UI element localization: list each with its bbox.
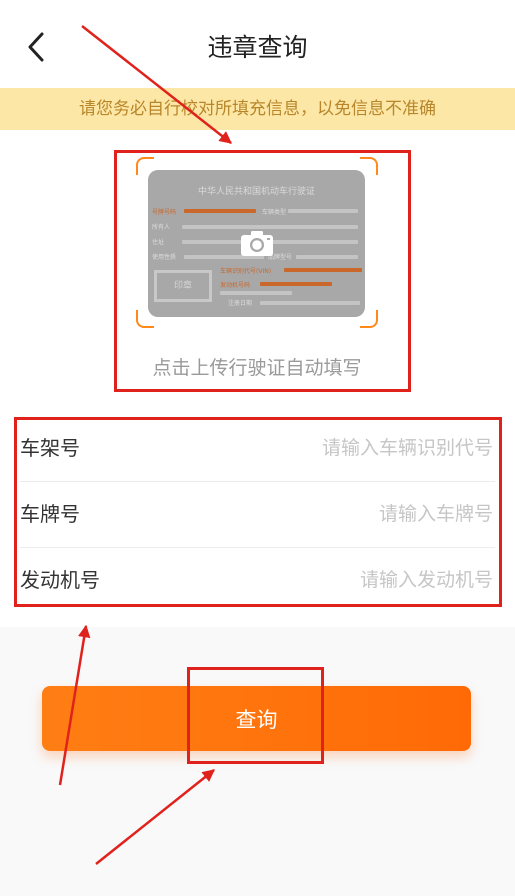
- notice-banner: 请您务必自行校对所填充信息，以免信息不准确: [0, 88, 515, 130]
- license-sample-image: 中华人民共和国机动车行驶证 号牌号码 车辆类型 所有人 住址 使用性质 品牌型号…: [148, 170, 365, 317]
- license-line: [260, 301, 360, 305]
- license-label: 注册日期: [228, 300, 253, 307]
- vin-label: 车架号: [20, 436, 80, 460]
- license-label: 车辆识别代号(VIN): [220, 268, 272, 275]
- footer-background: [0, 627, 515, 896]
- license-label: 号牌号码: [152, 209, 177, 216]
- license-stamp-label: 印章: [173, 281, 192, 291]
- license-line: [284, 268, 362, 272]
- engine-row: 发动机号: [0, 547, 515, 613]
- query-button[interactable]: 查询: [42, 686, 471, 751]
- license-line: [220, 291, 292, 295]
- upload-hint-text: 点击上传行驶证自动填写: [152, 357, 362, 379]
- license-line: [260, 282, 332, 286]
- license-line: [184, 209, 256, 213]
- camera-icon[interactable]: [240, 229, 274, 257]
- plate-input[interactable]: [193, 498, 493, 530]
- license-line: [296, 255, 358, 259]
- license-title: 中华人民共和国机动车行驶证: [197, 187, 315, 197]
- vin-input[interactable]: [193, 432, 493, 464]
- license-label: 车辆类型: [262, 209, 287, 216]
- vin-row: 车架号: [0, 415, 515, 481]
- plate-row: 车牌号: [0, 481, 515, 547]
- license-line: [288, 209, 358, 213]
- license-label: 发动机号码: [220, 282, 251, 289]
- license-label: 住址: [152, 239, 165, 246]
- header: 违章查询: [0, 0, 515, 88]
- license-stamp: 印章: [154, 270, 212, 302]
- corner-frame-top-right: [360, 157, 378, 175]
- plate-label: 车牌号: [20, 502, 80, 526]
- license-label: 所有人: [152, 224, 171, 231]
- engine-label: 发动机号: [20, 568, 100, 592]
- license-label: 使用性质: [152, 254, 177, 261]
- vehicle-form: 车架号 车牌号 发动机号: [0, 415, 515, 613]
- upload-license-area[interactable]: 中华人民共和国机动车行驶证 号牌号码 车辆类型 所有人 住址 使用性质 品牌型号…: [118, 153, 408, 390]
- engine-input[interactable]: [193, 564, 493, 596]
- page-title: 违章查询: [207, 33, 308, 62]
